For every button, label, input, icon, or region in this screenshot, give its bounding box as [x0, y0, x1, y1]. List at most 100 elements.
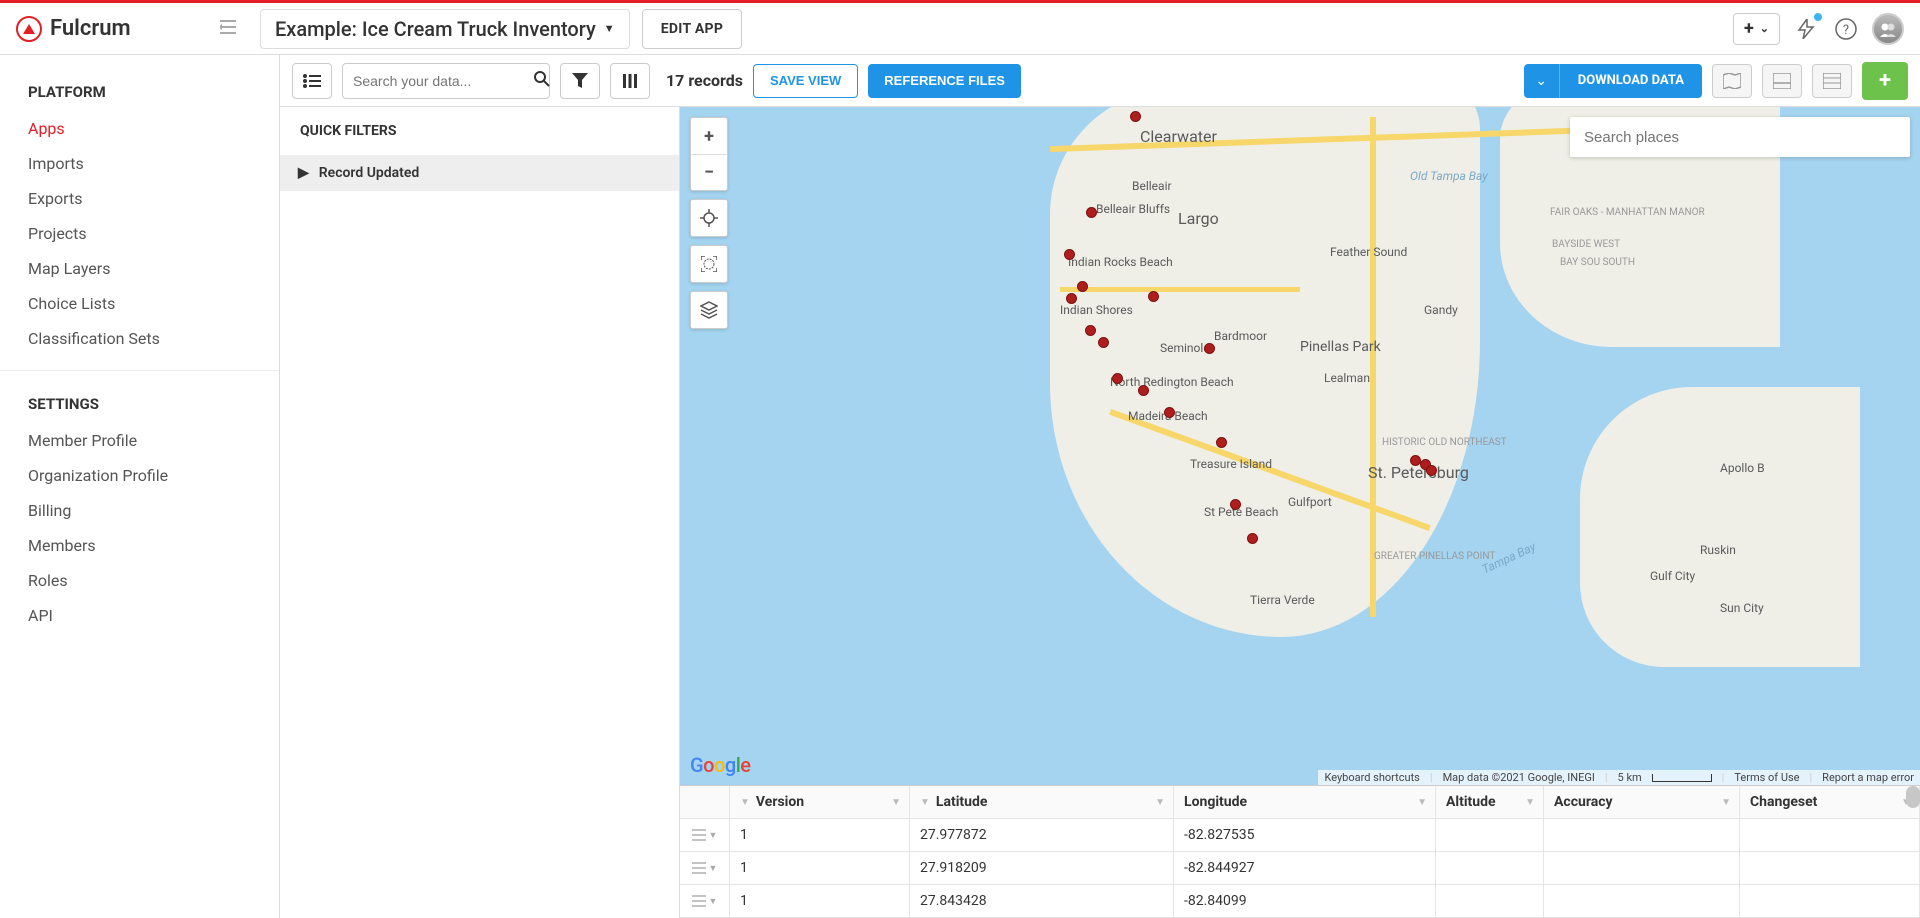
search-input[interactable]	[353, 73, 534, 89]
map-record-point[interactable]	[1066, 293, 1077, 304]
settings-heading: SETTINGS	[0, 385, 279, 423]
add-record-button[interactable]: +	[1862, 62, 1908, 100]
list-view-icon[interactable]	[292, 63, 332, 99]
locate-icon[interactable]	[691, 200, 727, 236]
cell-version: 1	[730, 885, 910, 918]
app-selector[interactable]: Example: Ice Cream Truck Inventory ▼	[260, 9, 630, 49]
cell-version: 1	[730, 819, 910, 852]
map-record-point[interactable]	[1077, 281, 1088, 292]
chevron-down-icon[interactable]: ⌄	[1524, 64, 1560, 98]
sidebar-item-members[interactable]: Members	[0, 528, 279, 563]
col-altitude[interactable]: Altitude▼	[1436, 786, 1544, 819]
cell-longitude: -82.844927	[1174, 852, 1436, 885]
map-label: St Pete Beach	[1204, 505, 1278, 519]
row-handle[interactable]: ▼	[680, 885, 730, 918]
edit-app-label: EDIT APP	[661, 21, 724, 37]
map-label: Gulf City	[1650, 569, 1695, 583]
map-record-point[interactable]	[1130, 111, 1141, 122]
col-latitude[interactable]: ▼Latitude▼	[910, 786, 1174, 819]
sidebar-item-map-layers[interactable]: Map Layers	[0, 251, 279, 286]
sidebar-item-projects[interactable]: Projects	[0, 216, 279, 251]
divider	[0, 370, 279, 371]
col-changeset[interactable]: Changeset▼	[1740, 786, 1920, 819]
map-attribution: Keyboard shortcuts | Map data ©2021 Goog…	[1318, 770, 1920, 785]
save-view-button[interactable]: SAVE VIEW	[753, 64, 858, 98]
map-label: Sun City	[1720, 601, 1764, 615]
col-accuracy[interactable]: Accuracy▼	[1544, 786, 1740, 819]
sidebar-item-choice-lists[interactable]: Choice Lists	[0, 286, 279, 321]
map-record-point[interactable]	[1247, 533, 1258, 544]
map-record-point[interactable]	[1112, 373, 1123, 384]
map-record-point[interactable]	[1148, 291, 1159, 302]
sidebar-item-classification-sets[interactable]: Classification Sets	[0, 321, 279, 356]
table-row[interactable]: ▼127.843428-82.84099	[680, 885, 1920, 918]
columns-icon[interactable]	[610, 63, 650, 99]
view-mode-split-icon[interactable]	[1762, 64, 1802, 98]
map-record-point[interactable]	[1086, 207, 1097, 218]
map-record-point[interactable]	[1138, 385, 1149, 396]
map-data-attribution: Map data ©2021 Google, INEGI	[1443, 771, 1595, 784]
row-handle[interactable]: ▼	[680, 852, 730, 885]
sidebar-item-roles[interactable]: Roles	[0, 563, 279, 598]
fullscreen-icon[interactable]	[691, 246, 727, 282]
map-label: GREATER PINELLAS POINT	[1374, 551, 1495, 562]
scale-label: 5 km	[1618, 771, 1642, 784]
map-record-point[interactable]	[1064, 249, 1075, 260]
map-record-point[interactable]	[1098, 337, 1109, 348]
platform-heading: PLATFORM	[0, 73, 279, 111]
chevron-down-icon: ⌄	[1760, 22, 1769, 35]
search-places-input[interactable]	[1584, 129, 1896, 146]
cell-latitude: 27.977872	[910, 819, 1174, 852]
cell-changeset	[1740, 885, 1920, 918]
map-record-point[interactable]	[1164, 407, 1175, 418]
keyboard-shortcuts-link[interactable]: Keyboard shortcuts	[1324, 771, 1419, 784]
filter-icon[interactable]	[560, 63, 600, 99]
edit-app-button[interactable]: EDIT APP	[642, 9, 743, 49]
row-handle[interactable]: ▼	[680, 819, 730, 852]
sidebar-item-billing[interactable]: Billing	[0, 493, 279, 528]
sidebar-item-api[interactable]: API	[0, 598, 279, 633]
report-error-link[interactable]: Report a map error	[1822, 771, 1914, 784]
map[interactable]: ClearwaterBelleairBelleair BluffsLargoIn…	[680, 107, 1920, 785]
reference-files-button[interactable]: REFERENCE FILES	[868, 64, 1021, 98]
sidebar-item-organization-profile[interactable]: Organization Profile	[0, 458, 279, 493]
table-row[interactable]: ▼127.977872-82.827535	[680, 819, 1920, 852]
brand-name[interactable]: Fulcrum	[50, 16, 131, 41]
download-button[interactable]: ⌄ DOWNLOAD DATA	[1524, 64, 1702, 98]
activity-icon[interactable]	[1792, 15, 1820, 43]
quick-filter-record-updated[interactable]: ▶ Record Updated	[280, 155, 679, 191]
filters-panel: QUICK FILTERS ▶ Record Updated	[280, 107, 680, 918]
map-label: Belleair Bluffs	[1096, 202, 1170, 216]
notification-dot	[1814, 13, 1822, 21]
search-icon[interactable]	[534, 71, 550, 91]
col-version[interactable]: ▼Version▼	[730, 786, 910, 819]
create-menu[interactable]: + ⌄	[1733, 13, 1780, 45]
map-record-point[interactable]	[1230, 499, 1241, 510]
scrollbar-thumb[interactable]	[1906, 786, 1920, 808]
map-record-point[interactable]	[1216, 437, 1227, 448]
zoom-in-button[interactable]: +	[691, 118, 727, 154]
avatar[interactable]	[1872, 13, 1904, 45]
col-longitude[interactable]: Longitude▼	[1174, 786, 1436, 819]
logo-icon[interactable]	[16, 16, 42, 42]
map-label: BAYSIDE WEST	[1552, 239, 1620, 250]
map-record-point[interactable]	[1426, 465, 1437, 476]
table-row[interactable]: ▼127.918209-82.844927	[680, 852, 1920, 885]
data-table: ▼Version▼ ▼Latitude▼ Longitude▼ Altitude…	[680, 785, 1920, 918]
collapse-sidebar-icon[interactable]	[220, 20, 236, 38]
view-mode-map-icon[interactable]	[1712, 64, 1752, 98]
map-record-point[interactable]	[1204, 343, 1215, 354]
help-icon[interactable]: ?	[1832, 15, 1860, 43]
sidebar-item-imports[interactable]: Imports	[0, 146, 279, 181]
zoom-out-button[interactable]: −	[691, 154, 727, 190]
sidebar-item-apps[interactable]: Apps	[0, 111, 279, 146]
sidebar-item-exports[interactable]: Exports	[0, 181, 279, 216]
view-mode-table-icon[interactable]	[1812, 64, 1852, 98]
map-label: Ruskin	[1700, 543, 1736, 557]
map-record-point[interactable]	[1085, 325, 1096, 336]
sidebar-item-member-profile[interactable]: Member Profile	[0, 423, 279, 458]
terms-link[interactable]: Terms of Use	[1734, 771, 1799, 784]
map-label: Bardmoor	[1214, 329, 1267, 343]
layers-icon[interactable]	[691, 292, 727, 328]
map-label: FAIR OAKS - MANHATTAN MANOR	[1550, 207, 1705, 218]
